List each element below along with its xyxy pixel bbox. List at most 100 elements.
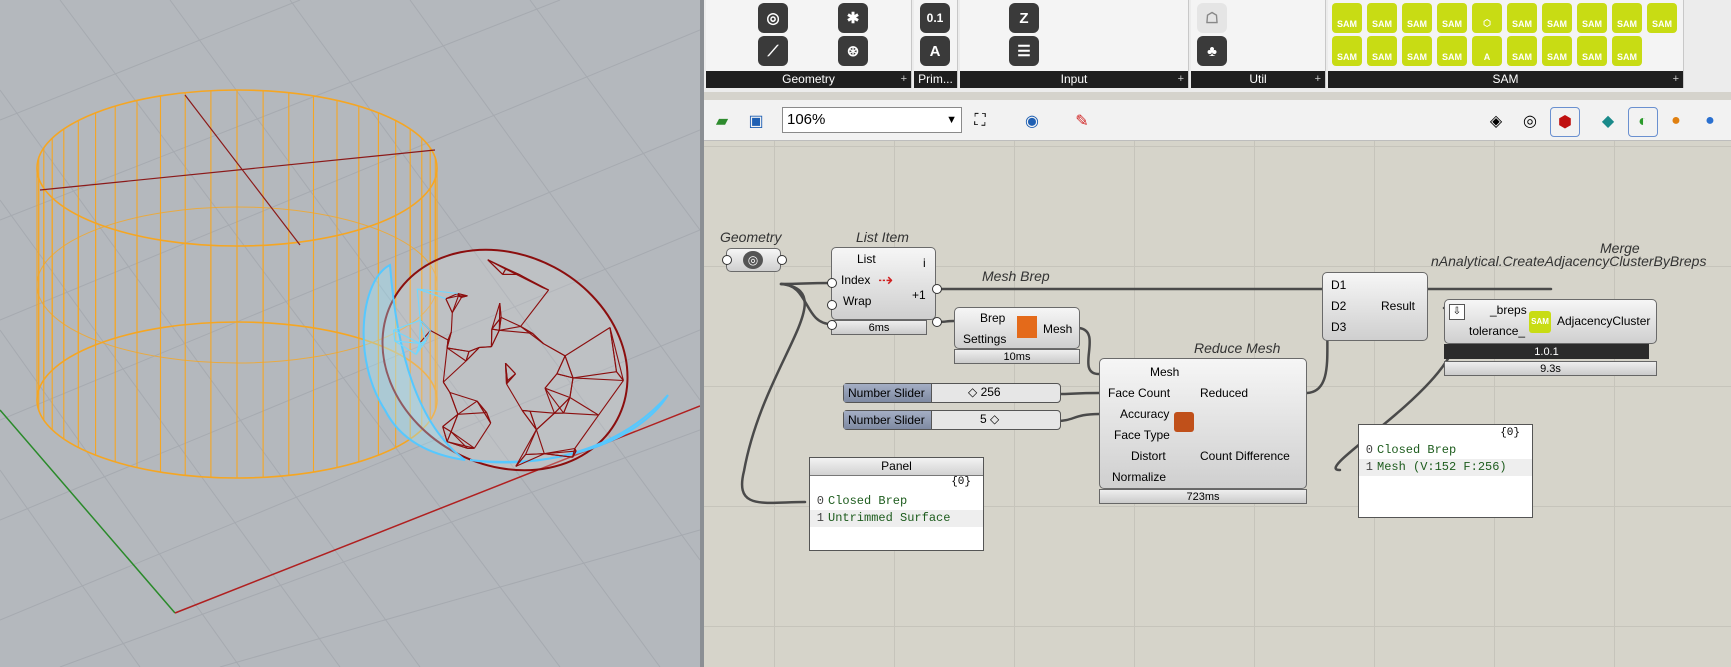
grip-list[interactable] — [827, 278, 837, 288]
list-item: 1 Untrimmed Surface — [810, 510, 983, 527]
download-icon[interactable]: ⇩ — [1449, 304, 1465, 320]
output-count-difference[interactable]: Count Difference — [1200, 449, 1290, 463]
mesh-brep-component[interactable]: Brep Settings Mesh — [954, 307, 1080, 349]
panel-results[interactable]: {0} 0 Closed Brep 1 Mesh (V:152 F:256) — [1358, 424, 1533, 518]
sam-tool-icon[interactable]: SAM — [1437, 3, 1467, 33]
input-wrap[interactable]: Wrap — [843, 294, 871, 308]
sam-tool-icon[interactable]: SAM — [1332, 36, 1362, 66]
gh-canvas[interactable]: Geometry ◎ List Item List Index Wrap i +… — [704, 141, 1731, 667]
face-count-slider[interactable]: Number Slider ◇ 256 — [843, 383, 1061, 403]
sam-tool-icon[interactable]: SAM — [1367, 3, 1397, 33]
input-normalize[interactable]: Normalize — [1112, 470, 1166, 484]
reduce-mesh-timer: 723ms — [1099, 489, 1307, 504]
sam-tool-icon[interactable]: A — [1472, 36, 1502, 66]
adjacency-title: nAnalytical.CreateAdjacencyClusterByBrep… — [1431, 253, 1707, 269]
ribbon-group-label[interactable]: SAM + — [1328, 71, 1683, 88]
gradient-icon[interactable]: Z — [1009, 3, 1039, 33]
y-axis-line — [0, 409, 176, 614]
sam-tool-icon[interactable]: SAM — [1612, 36, 1642, 66]
zoom-dropdown[interactable]: 106% ▼ — [782, 107, 962, 133]
sam-tool-icon[interactable]: SAM — [1367, 36, 1397, 66]
ghost-icon[interactable]: ☖ — [1197, 3, 1227, 33]
sam-tool-icon[interactable]: SAM — [1542, 3, 1572, 33]
grip-wrap[interactable] — [827, 320, 837, 330]
display-blue-icon[interactable]: ● — [1696, 107, 1724, 135]
input-d2[interactable]: D2 — [1331, 299, 1346, 313]
sketch-pen-icon[interactable]: ✎ — [1068, 107, 1096, 135]
save-file-icon[interactable]: ▣ — [742, 107, 770, 135]
display-sphere-icon[interactable]: ● — [1662, 107, 1690, 135]
geometry-output-grip[interactable] — [777, 255, 787, 265]
sam-tool-icon[interactable]: SAM — [1437, 36, 1467, 66]
sam-tool-icon[interactable]: SAM — [1577, 3, 1607, 33]
tree-icon[interactable]: ♣ — [1197, 36, 1227, 66]
input-face-count[interactable]: Face Count — [1108, 386, 1170, 400]
accuracy-slider[interactable]: Number Slider 5 ◇ — [843, 410, 1061, 430]
input-breps[interactable]: _breps — [1490, 303, 1527, 317]
ribbon-group-label[interactable]: Util + — [1191, 71, 1325, 88]
sam-tool-icon[interactable]: SAM — [1507, 36, 1537, 66]
geometry-input-grip[interactable] — [722, 255, 732, 265]
reduce-mesh-component[interactable]: Mesh Face Count Accuracy Face Type Disto… — [1099, 358, 1307, 489]
panel-types[interactable]: Panel {0} 0 Closed Brep 1 Untrimmed Surfac… — [809, 457, 984, 551]
input-d1[interactable]: D1 — [1331, 278, 1346, 292]
curve-param-icon[interactable]: ◎ — [758, 3, 788, 33]
zoom-extents-icon[interactable]: ⛶ — [966, 107, 994, 135]
open-file-icon[interactable]: ▰ — [708, 107, 736, 135]
sam-tool-icon[interactable]: SAM — [1332, 3, 1362, 33]
input-accuracy[interactable]: Accuracy — [1120, 407, 1169, 421]
sam-tool-icon[interactable]: SAM — [1402, 36, 1432, 66]
output-result[interactable]: Result — [1381, 299, 1415, 313]
rhino-viewport[interactable] — [0, 0, 700, 667]
display-mesh-icon[interactable]: ◆ — [1594, 107, 1622, 135]
input-mesh[interactable]: Mesh — [1150, 365, 1179, 379]
sam-tool-icon[interactable]: SAM — [1577, 36, 1607, 66]
slider-value: ◇ 256 — [968, 385, 1001, 399]
mesh-param-icon[interactable]: ⊛ — [838, 36, 868, 66]
input-list[interactable]: List — [857, 252, 876, 266]
preview-wire-icon[interactable]: ◎ — [1516, 107, 1544, 135]
ribbon-group-label[interactable]: Prim... — [914, 71, 957, 88]
number-param-icon[interactable]: 0.1 — [920, 3, 950, 33]
text-param-icon[interactable]: A — [920, 36, 950, 66]
input-index[interactable]: Index — [841, 273, 870, 287]
component-ribbon: ◎ ⟋ ✱ ⊛ Geometry + 0.1 A Prim... Z ☰ Inpu… — [704, 0, 1731, 92]
output-i[interactable]: i — [923, 256, 926, 270]
geometry-param[interactable]: ◎ — [726, 248, 781, 272]
input-distort[interactable]: Distort — [1131, 449, 1166, 463]
output-mesh[interactable]: Mesh — [1043, 322, 1072, 336]
merge-component[interactable]: D1 D2 D3 Result — [1322, 272, 1428, 341]
output-adjacency-cluster[interactable]: AdjacencyCluster — [1557, 314, 1650, 328]
preview-shaded-icon[interactable]: ◈ — [1482, 107, 1510, 135]
sam-tool-icon[interactable]: SAM — [1647, 3, 1677, 33]
sam-tool-icon[interactable]: SAM — [1402, 3, 1432, 33]
grip-plus-one[interactable] — [932, 317, 942, 327]
input-tolerance[interactable]: tolerance_ — [1469, 324, 1525, 338]
grip-i[interactable] — [932, 284, 942, 294]
list-item-title: List Item — [856, 229, 909, 245]
input-face-type[interactable]: Face Type — [1114, 428, 1170, 442]
wire-geo-wrap — [779, 282, 833, 326]
preview-eye-icon[interactable]: ◉ — [1018, 107, 1046, 135]
sam-tool-icon[interactable]: ⬡ — [1472, 3, 1502, 33]
preview-selected-icon[interactable]: ⬢ — [1550, 107, 1580, 137]
grip-index[interactable] — [827, 300, 837, 310]
sam-tool-icon[interactable]: SAM — [1612, 3, 1642, 33]
ribbon-group-label[interactable]: Input + — [960, 71, 1188, 88]
adjacency-cluster-component[interactable]: ⇩ _breps tolerance_ SAM AdjacencyCluster — [1444, 299, 1657, 344]
output-reduced[interactable]: Reduced — [1200, 386, 1248, 400]
input-d3[interactable]: D3 — [1331, 320, 1346, 334]
slider-value: 5 ◇ — [980, 412, 1000, 426]
display-material-icon[interactable]: ◐ — [1628, 107, 1658, 137]
ellipsoid-mesh — [362, 248, 669, 472]
brep-param-icon[interactable]: ✱ — [838, 3, 868, 33]
value-list-icon[interactable]: ☰ — [1009, 36, 1039, 66]
ribbon-group-label[interactable]: Geometry + — [706, 71, 911, 88]
input-settings[interactable]: Settings — [963, 332, 1006, 346]
line-param-icon[interactable]: ⟋ — [758, 36, 788, 66]
sam-tool-icon[interactable]: SAM — [1507, 3, 1537, 33]
sam-tool-icon[interactable]: SAM — [1542, 36, 1572, 66]
list-item-component[interactable]: List Index Wrap i +1 ⇢ — [831, 247, 936, 320]
input-brep[interactable]: Brep — [980, 311, 1005, 325]
output-plus-one[interactable]: +1 — [912, 288, 926, 302]
